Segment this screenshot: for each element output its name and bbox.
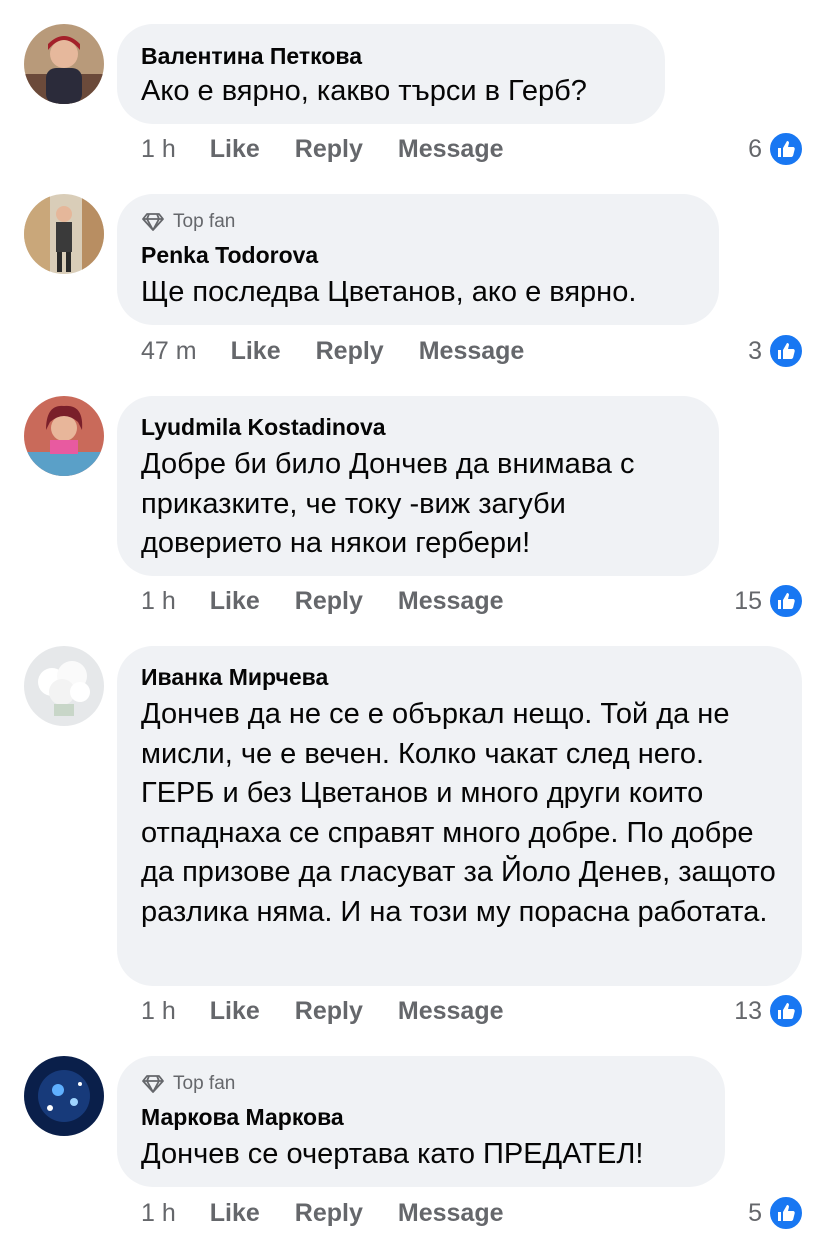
message-button[interactable]: Message xyxy=(398,1199,504,1228)
reaction-summary[interactable]: 13 xyxy=(734,993,804,1029)
thumbs-up-icon xyxy=(768,993,804,1029)
reply-button[interactable]: Reply xyxy=(295,1199,363,1228)
comment-bubble: Иванка Мирчева Дончев да не се е объркал… xyxy=(117,646,802,986)
top-fan-badge: Top fan xyxy=(141,210,695,234)
comment-bubble: Top fan Маркова Маркова Дончев се очерта… xyxy=(117,1056,725,1187)
avatar[interactable] xyxy=(24,1056,104,1136)
comment-text: Ако е вярно, какво търси в Герб? xyxy=(141,75,587,107)
reaction-count: 3 xyxy=(748,336,762,365)
reaction-count: 13 xyxy=(734,996,762,1025)
reaction-count: 5 xyxy=(748,1198,762,1227)
avatar[interactable] xyxy=(24,646,104,726)
reply-button[interactable]: Reply xyxy=(295,997,363,1026)
comment-bubble: Top fan Penka Todorova Ще последва Цвета… xyxy=(117,194,719,325)
comment-text: Дончев да не се е объркал нещо. Той да н… xyxy=(141,698,776,928)
message-button[interactable]: Message xyxy=(398,997,504,1026)
comment-text: Дончев се очертава като ПРЕДАТЕЛ! xyxy=(141,1138,644,1170)
top-fan-label: Top fan xyxy=(173,1073,236,1094)
top-fan-label: Top fan xyxy=(173,211,236,232)
reply-button[interactable]: Reply xyxy=(295,135,363,164)
avatar[interactable] xyxy=(24,194,104,274)
message-button[interactable]: Message xyxy=(419,337,525,366)
comment-text: Ще последва Цветанов, ако е вярно. xyxy=(141,276,637,308)
like-button[interactable]: Like xyxy=(210,135,260,164)
message-button[interactable]: Message xyxy=(398,587,504,616)
comment-actions: 1 h Like Reply Message xyxy=(141,134,539,164)
reaction-count: 6 xyxy=(748,134,762,163)
comment-author[interactable]: Penka Todorova xyxy=(141,241,695,269)
reaction-summary[interactable]: 15 xyxy=(734,583,804,619)
reply-button[interactable]: Reply xyxy=(295,587,363,616)
top-fan-badge: Top fan xyxy=(141,1072,701,1096)
comment-actions: 47 m Like Reply Message xyxy=(141,336,559,366)
comment-bubble: Валентина Петкова Ако е вярно, какво тър… xyxy=(117,24,665,124)
comment-time[interactable]: 1 h xyxy=(141,587,176,616)
avatar[interactable] xyxy=(24,24,104,104)
like-button[interactable]: Like xyxy=(210,587,260,616)
comment-actions: 1 h Like Reply Message xyxy=(141,996,539,1026)
reaction-summary[interactable]: 6 xyxy=(748,131,804,167)
reply-button[interactable]: Reply xyxy=(316,337,384,366)
message-button[interactable]: Message xyxy=(398,135,504,164)
comment-author[interactable]: Валентина Петкова xyxy=(141,42,641,70)
thumbs-up-icon xyxy=(768,1195,804,1231)
comment-time[interactable]: 1 h xyxy=(141,135,176,164)
like-button[interactable]: Like xyxy=(210,1199,260,1228)
comment-time[interactable]: 47 m xyxy=(141,337,197,366)
reaction-count: 15 xyxy=(734,586,762,615)
thumbs-up-icon xyxy=(768,333,804,369)
reaction-summary[interactable]: 5 xyxy=(748,1195,804,1231)
comment-actions: 1 h Like Reply Message xyxy=(141,1198,539,1228)
comment-actions: 1 h Like Reply Message xyxy=(141,586,539,616)
comment-author[interactable]: Иванка Мирчева xyxy=(141,663,778,691)
avatar[interactable] xyxy=(24,396,104,476)
reaction-summary[interactable]: 3 xyxy=(748,333,804,369)
diamond-icon xyxy=(142,213,164,231)
like-button[interactable]: Like xyxy=(231,337,281,366)
thumbs-up-icon xyxy=(768,131,804,167)
comment-author[interactable]: Lyudmila Kostadinova xyxy=(141,413,695,441)
comment-time[interactable]: 1 h xyxy=(141,1199,176,1228)
diamond-icon xyxy=(142,1075,164,1093)
comment-time[interactable]: 1 h xyxy=(141,997,176,1026)
like-button[interactable]: Like xyxy=(210,997,260,1026)
thumbs-up-icon xyxy=(768,583,804,619)
comment-bubble: Lyudmila Kostadinova Добре би било Донче… xyxy=(117,396,719,576)
comment-text: Добре би било Дончев да внимава с приказ… xyxy=(141,448,635,560)
comment-author[interactable]: Маркова Маркова xyxy=(141,1103,701,1131)
